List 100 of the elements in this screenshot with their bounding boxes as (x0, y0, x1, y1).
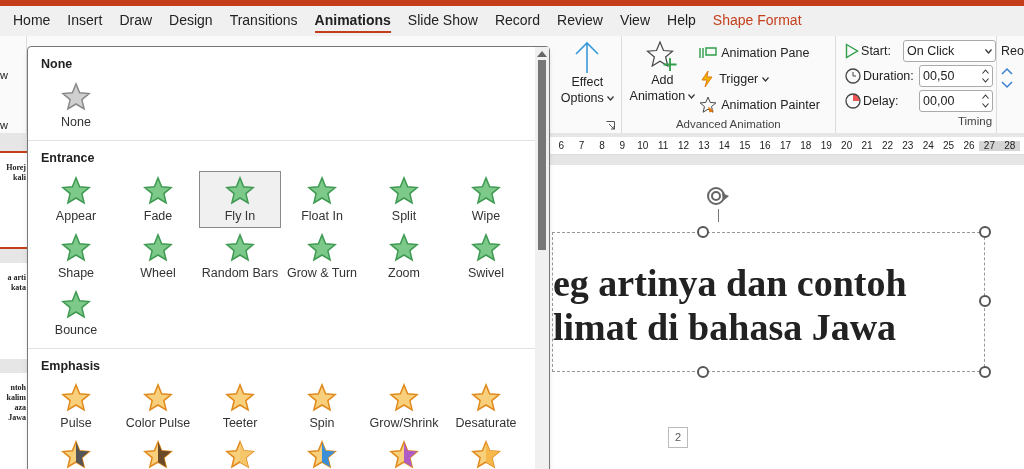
animation-effect[interactable]: Desaturate (445, 378, 527, 436)
slide-thumbnail[interactable]: ntoh kalim aza Jawa (0, 372, 27, 469)
add-animation-button[interactable]: Add Animation (629, 40, 696, 116)
star-icon (307, 232, 337, 263)
resize-handle[interactable] (979, 226, 991, 238)
ribbon-tab[interactable]: Slide Show (407, 9, 478, 33)
star-icon (143, 440, 173, 469)
ribbon-tab[interactable]: Home (13, 9, 51, 33)
star-icon (143, 383, 173, 414)
ribbon-label: w (0, 70, 9, 81)
resize-handle[interactable] (697, 226, 709, 238)
pane-icon (699, 46, 718, 60)
caret-icon (688, 93, 696, 99)
ruler-number: 28 (999, 140, 1020, 151)
ribbon-tab[interactable]: Design (169, 9, 213, 33)
animation-effect[interactable]: Color Pulse (117, 378, 199, 436)
section-heading: None (40, 56, 74, 73)
spinner-arrows-icon[interactable] (982, 94, 990, 108)
star-icon (307, 383, 337, 414)
clock-icon (845, 93, 862, 109)
star-icon (143, 175, 173, 206)
animation-effect[interactable]: Spin (281, 378, 363, 436)
caret-icon (606, 95, 614, 101)
star-icon (389, 440, 419, 469)
ruler-number: 17 (778, 140, 793, 151)
animation-effect[interactable]: None (35, 76, 117, 134)
section-heading: Emphasis (40, 357, 102, 375)
caret-icon (762, 76, 770, 82)
ribbon-tab[interactable]: Help (667, 9, 696, 33)
ruler-number: 14 (717, 140, 731, 151)
start-label: Start: (861, 42, 892, 60)
animation-painter-button[interactable]: Animation Painter (699, 94, 820, 116)
group-label: Timing (956, 113, 994, 129)
resize-handle[interactable] (979, 295, 991, 307)
start-dropdown[interactable]: On Click (903, 40, 997, 62)
ruler-number: 7 (577, 140, 586, 151)
ruler-number: 20 (840, 140, 854, 151)
animation-effect[interactable]: Wipe (445, 170, 527, 228)
group-label: Reo (1001, 43, 1024, 60)
clock-icon (845, 68, 862, 84)
star-icon (225, 232, 255, 263)
ribbon-tab[interactable]: Insert (67, 9, 103, 33)
ribbon-tab[interactable]: Record (494, 9, 540, 33)
chevron-down-icon[interactable] (1001, 80, 1014, 89)
ruler-number: 16 (758, 140, 772, 151)
caret-icon (985, 48, 993, 54)
ribbon-tab[interactable]: Review (557, 9, 603, 33)
animation-effect[interactable]: Shape (35, 227, 117, 285)
animation-effect[interactable]: Teeter (199, 378, 281, 436)
section-heading: Entrance (40, 149, 96, 167)
ruler-number: 13 (697, 140, 711, 151)
chevron-up-icon[interactable] (1001, 66, 1014, 75)
trigger-button[interactable]: Trigger (699, 68, 820, 90)
star-icon (389, 232, 419, 263)
star-icon (307, 175, 337, 206)
ruler-number: 12 (676, 140, 691, 151)
animation-effect[interactable]: Wheel (117, 227, 199, 285)
animation-effect[interactable]: Appear (35, 170, 117, 228)
animation-effect[interactable]: Split (363, 170, 445, 228)
animation-effect[interactable]: Pulse (35, 378, 117, 436)
star-icon (61, 232, 91, 263)
star-icon (471, 440, 501, 469)
lightning-icon (699, 70, 716, 88)
star-icon (225, 440, 255, 469)
star-icon (61, 175, 91, 206)
dialog-launcher-icon[interactable] (605, 121, 615, 130)
animation-effect[interactable]: Swivel (445, 227, 527, 285)
animation-effect[interactable]: Bounce (35, 284, 117, 342)
ruler-number: 27 (979, 140, 1000, 151)
animation-effect[interactable]: Grow/Shrink (363, 378, 445, 436)
animation-effect[interactable]: Random Bars (199, 227, 281, 285)
ribbon-tab[interactable]: Draw (119, 9, 153, 33)
animation-pane-button[interactable]: Animation Pane (699, 42, 820, 64)
group-label: Advanced Animation (674, 117, 782, 132)
effect-options-button[interactable]: Effect Options (560, 40, 614, 106)
ribbon-tab[interactable]: Animations (314, 9, 391, 33)
star-icon (471, 232, 501, 263)
star-icon (471, 175, 501, 206)
star-icon (61, 81, 91, 112)
thumbnail-text: Horej (5, 163, 26, 173)
slide-thumbnail[interactable]: Horej kali (0, 151, 27, 249)
ribbon-tab[interactable]: Shape Format (712, 9, 802, 33)
scrollbar[interactable] (535, 47, 549, 469)
delay-spinner[interactable]: 00,00 (919, 90, 994, 112)
slide-thumbnail[interactable]: a arti kata (0, 262, 27, 359)
animation-effect[interactable]: Zoom (363, 227, 445, 285)
animation-effect[interactable]: Grow & Turn (281, 227, 363, 285)
animation-effect[interactable]: Float In (281, 170, 363, 228)
duration-spinner[interactable]: 00,50 (919, 65, 994, 87)
star-icon (61, 289, 91, 320)
spinner-arrows-icon[interactable] (982, 69, 990, 83)
animation-effect[interactable]: Fly In (199, 170, 281, 228)
resize-handle[interactable] (697, 366, 709, 378)
resize-handle[interactable] (979, 366, 991, 378)
slide-title: eg artinya dan contoh (553, 261, 908, 305)
star-icon (143, 232, 173, 263)
star-icon (61, 383, 91, 414)
ribbon-tab[interactable]: Transitions (229, 9, 298, 33)
animation-effect[interactable]: Fade (117, 170, 199, 228)
ribbon-tab[interactable]: View (619, 9, 650, 33)
